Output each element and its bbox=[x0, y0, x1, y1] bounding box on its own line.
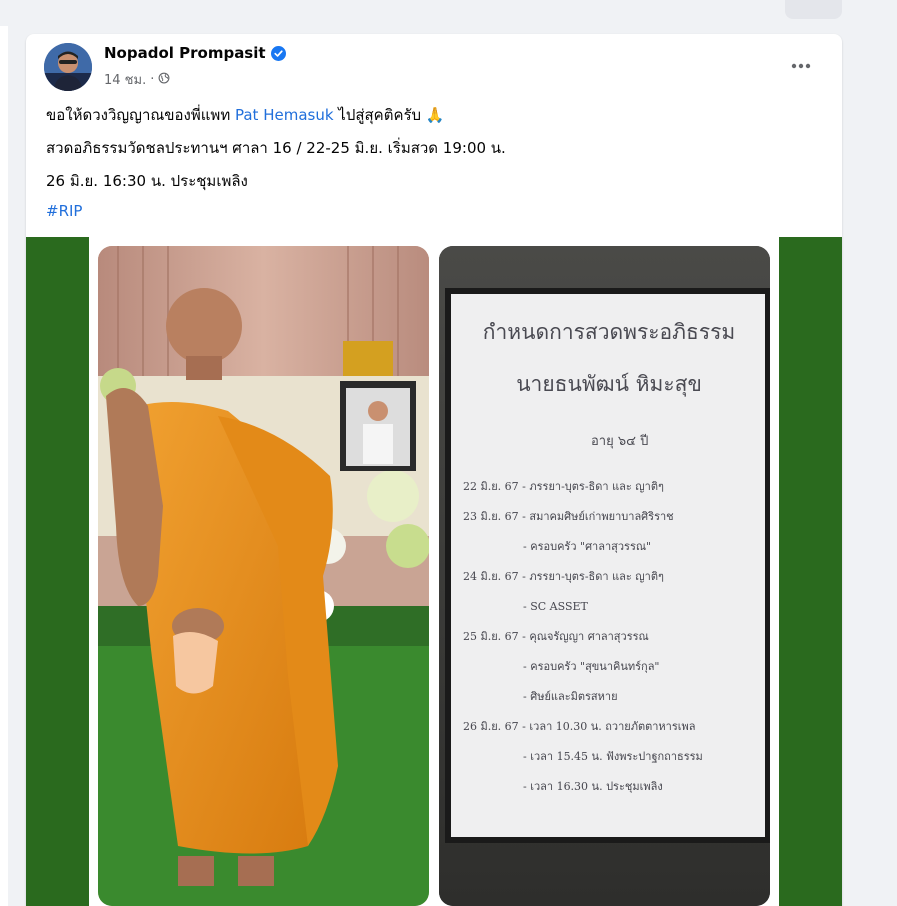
whiteboard: กำหนดการสวดพระอภิธรรม นายธนพัฒน์ หิมะสุข… bbox=[445, 288, 770, 843]
author-avatar[interactable] bbox=[44, 43, 92, 91]
post-text-suffix: ไปสู่สุคติครับ 🙏 bbox=[333, 106, 445, 124]
left-column-edge bbox=[0, 0, 8, 906]
monk-photo-image bbox=[98, 246, 429, 906]
board-row: - เวลา 16.30 น. ประชุมเพลิง bbox=[523, 780, 663, 793]
board-row: 26 มิ.ย. 67 - เวลา 10.30 น. ถวายภัตตาหาร… bbox=[463, 720, 696, 733]
board-title-2: นายธนพัฒน์ หิมะสุข bbox=[516, 372, 702, 396]
board-row: 24 มิ.ย. 67 - ภรรยา-บุตร-ธิดา และ ญาติๆ bbox=[463, 570, 664, 583]
board-row: - SC ASSET bbox=[523, 600, 588, 613]
author-name[interactable]: Nopadol Prompasit bbox=[104, 44, 266, 62]
post-meta: 14 ชม. · bbox=[104, 69, 170, 90]
board-row: - ครอบครัว "ศาลาสุวรรณ" bbox=[523, 540, 652, 553]
board-row: - ศิษย์และมิตรสหาย bbox=[523, 690, 618, 703]
post-text-line-3: 26 มิ.ย. 16:30 น. ประชุมเพลิง bbox=[46, 172, 248, 190]
board-schedule: 22 มิ.ย. 67 - ภรรยา-บุตร-ธิดา และ ญาติๆ … bbox=[463, 472, 763, 802]
board-row: 25 มิ.ย. 67 - คุณจรัญญา ศาลาสุวรรณ bbox=[463, 630, 649, 643]
verified-badge-icon bbox=[270, 45, 286, 61]
top-bar bbox=[0, 0, 897, 26]
post-card: Nopadol Prompasit 14 ชม. · ขอให้ดวงวิญญา… bbox=[26, 34, 842, 906]
post-text-prefix: ขอให้ดวงวิญญาณของพี่แพท bbox=[46, 106, 235, 124]
globe-icon[interactable] bbox=[158, 72, 170, 88]
board-age: อายุ ๖๔ ปี bbox=[591, 434, 649, 449]
post-text-line-2: สวดอภิธรรมวัดชลประทานฯ ศาลา 16 / 22-25 ม… bbox=[46, 139, 506, 157]
post-time[interactable]: 14 ชม. bbox=[104, 69, 146, 90]
hashtag-link[interactable]: #RIP bbox=[46, 202, 82, 220]
board-row: - เวลา 15.45 น. ฟังพระปาฐกถาธรรม bbox=[523, 750, 703, 763]
board-row: 22 มิ.ย. 67 - ภรรยา-บุตร-ธิดา และ ญาติๆ bbox=[463, 480, 664, 493]
schedule-board-photo[interactable]: กำหนดการสวดพระอภิธรรม นายธนพัฒน์ หิมะสุข… bbox=[439, 246, 770, 906]
post-media[interactable]: กำหนดการสวดพระอภิธรรม นายธนพัฒน์ หิมะสุข… bbox=[26, 237, 842, 906]
avatar-image bbox=[44, 43, 92, 91]
monk-photo[interactable] bbox=[98, 246, 429, 906]
author-name-row: Nopadol Prompasit bbox=[104, 44, 286, 62]
photo-collage: กำหนดการสวดพระอภิธรรม นายธนพัฒน์ หิมะสุข… bbox=[89, 237, 779, 906]
mention-link[interactable]: Pat Hemasuk bbox=[235, 106, 334, 124]
meta-separator: · bbox=[150, 72, 155, 87]
top-action-button[interactable] bbox=[785, 0, 842, 19]
board-title-1: กำหนดการสวดพระอภิธรรม bbox=[482, 320, 736, 344]
board-row: 23 มิ.ย. 67 - สมาคมศิษย์เก่าพยาบาลศิริรา… bbox=[463, 510, 674, 523]
more-options-icon[interactable] bbox=[783, 48, 819, 84]
post-text-line-1: ขอให้ดวงวิญญาณของพี่แพท Pat Hemasuk ไปสู… bbox=[46, 103, 445, 127]
board-row: - ครอบครัว "สุขนาคินทร์กุล" bbox=[523, 660, 660, 673]
